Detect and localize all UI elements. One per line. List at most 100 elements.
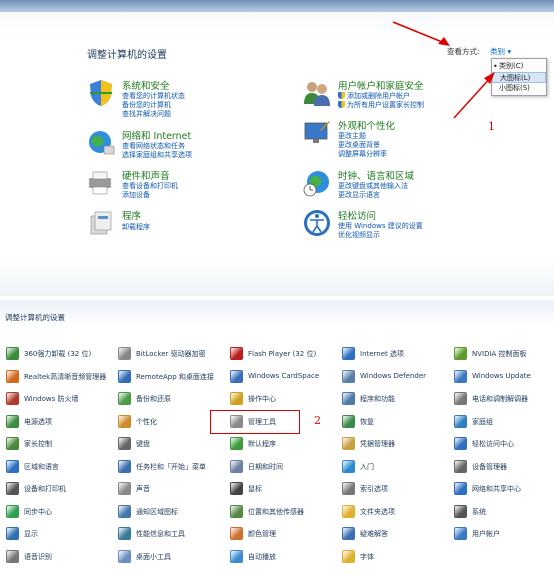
category-link[interactable]: 为所有用户设置家长控制 xyxy=(338,100,424,110)
control-panel-item[interactable]: 文件夹选项 xyxy=(338,502,450,522)
control-panel-item-label: 入门 xyxy=(360,462,374,471)
control-panel-item[interactable]: 鼠标 xyxy=(226,479,338,499)
control-panel-item-label: 家长控制 xyxy=(24,440,52,448)
category-title[interactable]: 时钟、语言和区域 xyxy=(338,168,414,182)
control-panel-item[interactable]: 同步中心 xyxy=(2,502,114,522)
control-panel-item[interactable]: Windows Defender xyxy=(338,367,450,387)
control-panel-item[interactable]: 家长控制 xyxy=(2,434,114,454)
control-panel-item-label: 颜色管理 xyxy=(248,530,276,538)
control-panel-item[interactable]: 电话和调制解调器 xyxy=(450,389,554,409)
control-panel-item-icon xyxy=(230,347,243,360)
control-panel-item[interactable]: 凭据管理器 xyxy=(338,434,450,454)
control-panel-item[interactable]: 日期和时间 xyxy=(226,457,338,477)
control-panel-item-icon xyxy=(230,549,243,563)
control-panel-item-icon xyxy=(454,504,467,518)
control-panel-item[interactable]: 操作中心 xyxy=(226,389,338,409)
control-panel-item[interactable]: 区域和语言 xyxy=(2,457,114,477)
category-link[interactable]: 优化视频显示 xyxy=(338,230,380,240)
control-panel-item-label: 声音 xyxy=(136,485,150,493)
category-link[interactable]: 选择家庭组和共享选项 xyxy=(122,150,192,160)
control-panel-item-icon xyxy=(342,482,355,495)
clock-language-icon xyxy=(303,171,329,197)
control-panel-item[interactable]: 桌面小工具 xyxy=(114,547,226,567)
control-panel-item[interactable]: 电源选项 xyxy=(2,412,114,432)
control-panel-item[interactable]: 自动播放 xyxy=(226,547,338,567)
control-panel-item[interactable]: 网络和共享中心 xyxy=(450,479,554,499)
control-panel-item[interactable]: 疑难解答 xyxy=(338,524,450,544)
network-icon xyxy=(89,131,115,155)
category-title[interactable]: 程序 xyxy=(122,208,141,222)
control-panel-item-label: 鼠标 xyxy=(248,485,262,493)
control-panel-item[interactable]: 键盘 xyxy=(114,434,226,454)
control-panel-item[interactable]: 系统 xyxy=(450,502,554,522)
control-panel-item[interactable]: 备份和还原 xyxy=(114,389,226,409)
category-title[interactable]: 硬件和声音 xyxy=(122,168,170,182)
category-title[interactable]: 外观和个性化 xyxy=(338,118,395,132)
control-panel-item[interactable]: 恢复 xyxy=(338,412,450,432)
control-panel-item-label: 性能信息和工具 xyxy=(136,530,185,538)
control-panel-item[interactable]: 语音识别 xyxy=(2,547,114,567)
control-panel-item-label: Realtek高清晰音频管理器 xyxy=(24,372,107,381)
control-panel-item-icon xyxy=(342,369,355,383)
control-panel-item[interactable]: 默认程序 xyxy=(226,434,338,454)
small-icons-view-panel: 调整计算机的设置 360强力卸载 (32 位) Realtek高清晰音频管理器 Wi… xyxy=(0,300,554,574)
category-title[interactable]: 用户帐户和家庭安全 xyxy=(338,78,424,92)
control-panel-item[interactable]: Windows 防火墙 xyxy=(2,389,114,409)
view-menu-item-category[interactable]: 类别(C) xyxy=(492,61,546,72)
control-panel-item[interactable]: RemoteApp 和桌面连接 xyxy=(114,367,226,387)
control-panel-item-icon xyxy=(6,549,19,563)
control-panel-item[interactable]: 360强力卸载 (32 位) xyxy=(2,344,114,364)
control-panel-item-icon xyxy=(6,504,19,518)
control-panel-item[interactable]: 字体 xyxy=(338,547,450,567)
control-panel-item[interactable]: 轻松访问中心 xyxy=(450,434,554,454)
control-panel-item[interactable]: 设备和打印机 xyxy=(2,479,114,499)
control-panel-item[interactable]: Windows Update xyxy=(450,367,554,387)
category-network: 网络和 Internet 查看网络状态和任务 选择家庭组和共享选项 xyxy=(86,128,266,164)
category-link[interactable]: 更改显示语言 xyxy=(338,190,380,200)
control-panel-item[interactable]: 显示 xyxy=(2,524,114,544)
uac-shield-icon xyxy=(338,92,345,99)
category-link[interactable]: 调整屏幕分辨率 xyxy=(338,149,387,159)
control-panel-item[interactable]: 性能信息和工具 xyxy=(114,524,226,544)
control-panel-item[interactable]: 家庭组 xyxy=(450,412,554,432)
control-panel-item[interactable]: BitLocker 驱动器加密 xyxy=(114,344,226,364)
control-panel-item-label: 任务栏和「开始」菜单 xyxy=(136,462,206,471)
control-panel-item-icon xyxy=(230,392,243,405)
control-panel-item[interactable]: Realtek高清晰音频管理器 xyxy=(2,367,114,387)
control-panel-item[interactable]: 用户帐户 xyxy=(450,524,554,544)
control-panel-item[interactable]: 颜色管理 xyxy=(226,524,338,544)
control-panel-item[interactable]: Flash Player (32 位) xyxy=(226,344,338,364)
category-title[interactable]: 系统和安全 xyxy=(122,78,170,92)
control-panel-item[interactable]: Windows CardSpace xyxy=(226,367,338,387)
control-panel-item[interactable]: 索引选项 xyxy=(338,479,450,499)
appearance-icon xyxy=(304,121,330,143)
category-title[interactable]: 轻松访问 xyxy=(338,208,376,222)
control-panel-item-label: 同步中心 xyxy=(24,507,52,516)
control-panel-item[interactable]: 任务栏和「开始」菜单 xyxy=(114,457,226,477)
control-panel-item[interactable]: 程序和功能 xyxy=(338,389,450,409)
category-link[interactable]: 卸载程序 xyxy=(122,222,150,232)
control-panel-item-icon xyxy=(454,414,467,428)
control-panel-item-label: 设备管理器 xyxy=(472,462,507,471)
control-panel-item[interactable]: Internet 选项 xyxy=(338,344,450,364)
control-panel-item[interactable]: 声音 xyxy=(114,479,226,499)
control-panel-item-label: 用户帐户 xyxy=(472,530,500,538)
category-title[interactable]: 网络和 Internet xyxy=(122,128,191,142)
system-security-icon xyxy=(90,80,112,106)
control-panel-item-label: 轻松访问中心 xyxy=(472,440,514,448)
control-panel-item[interactable]: 通知区域图标 xyxy=(114,502,226,522)
category-programs: 程序 卸载程序 xyxy=(86,208,266,240)
annotation-number-1: 1 xyxy=(488,120,495,133)
control-panel-item[interactable]: 入门 xyxy=(338,457,450,477)
control-panel-item[interactable]: NVIDIA 控制面板 xyxy=(450,344,554,364)
control-panel-item-icon xyxy=(342,527,355,540)
category-link[interactable]: 添加设备 xyxy=(122,190,150,200)
view-by-dropdown[interactable]: 类别 ▾ xyxy=(490,46,511,57)
category-link[interactable]: 查找并解决问题 xyxy=(122,109,171,119)
control-panel-item-icon xyxy=(118,549,131,563)
control-panel-item-label: 桌面小工具 xyxy=(136,552,171,561)
control-panel-item-label: NVIDIA 控制面板 xyxy=(472,350,527,358)
control-panel-item[interactable]: 位置和其他传感器 xyxy=(226,502,338,522)
control-panel-item-icon xyxy=(6,392,19,405)
control-panel-item[interactable]: 设备管理器 xyxy=(450,457,554,477)
